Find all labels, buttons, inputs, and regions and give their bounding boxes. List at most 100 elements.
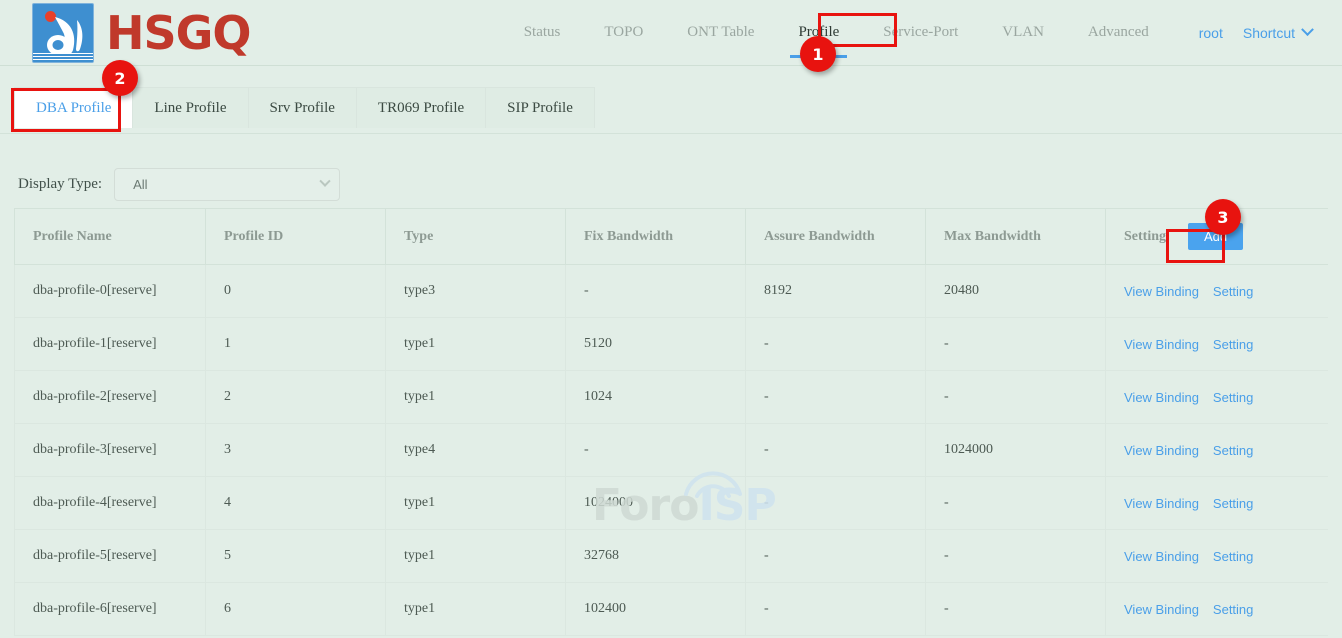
cell-type: type4: [386, 424, 566, 477]
cell-setting: View Binding Setting: [1106, 371, 1329, 424]
cell-assure-bandwidth: -: [746, 477, 926, 530]
annotation-badge-3: 3: [1205, 199, 1241, 235]
cell-fix-bandwidth: 102400: [566, 583, 746, 636]
setting-link[interactable]: Setting: [1213, 602, 1253, 617]
cell-type: type1: [386, 371, 566, 424]
setting-link[interactable]: Setting: [1213, 390, 1253, 405]
setting-link[interactable]: Setting: [1213, 443, 1253, 458]
view-binding-link[interactable]: View Binding: [1124, 496, 1199, 511]
cell-type: type1: [386, 530, 566, 583]
table-row: dba-profile-1[reserve]1type15120--View B…: [15, 318, 1329, 371]
nav-item-ont-table[interactable]: ONT Table: [665, 0, 776, 65]
annotation-badge-2: 2: [102, 60, 138, 96]
view-binding-link[interactable]: View Binding: [1124, 443, 1199, 458]
cell-setting: View Binding Setting: [1106, 424, 1329, 477]
cell-profile-name: dba-profile-6[reserve]: [15, 583, 206, 636]
setting-link[interactable]: Setting: [1213, 284, 1253, 299]
nav-item-advanced[interactable]: Advanced: [1066, 0, 1171, 65]
cell-fix-bandwidth: 5120: [566, 318, 746, 371]
cell-profile-id: 5: [206, 530, 386, 583]
col-type: Type: [386, 209, 566, 265]
cell-setting: View Binding Setting: [1106, 265, 1329, 318]
cell-type: type1: [386, 583, 566, 636]
table-row: dba-profile-3[reserve]3type4--1024000Vie…: [15, 424, 1329, 477]
shortcut-label: Shortcut: [1243, 25, 1295, 41]
view-binding-link[interactable]: View Binding: [1124, 602, 1199, 617]
cell-assure-bandwidth: 8192: [746, 265, 926, 318]
cell-setting: View Binding Setting: [1106, 583, 1329, 636]
main-nav: Status TOPO ONT Table Profile Service-Po…: [502, 0, 1342, 65]
nav-item-vlan[interactable]: VLAN: [980, 0, 1066, 65]
nav-item-service-port[interactable]: Service-Port: [861, 0, 980, 65]
cell-max-bandwidth: 1024000: [926, 424, 1106, 477]
brand: HSGQ: [0, 3, 251, 63]
cell-assure-bandwidth: -: [746, 424, 926, 477]
col-max-bandwidth: Max Bandwidth: [926, 209, 1106, 265]
nav-item-topo[interactable]: TOPO: [582, 0, 665, 65]
display-type-select[interactable]: All: [114, 168, 340, 201]
shortcut-menu[interactable]: Shortcut: [1233, 25, 1342, 41]
cell-fix-bandwidth: 1024000: [566, 477, 746, 530]
subtab-sip-profile[interactable]: SIP Profile: [485, 87, 595, 128]
cell-profile-name: dba-profile-5[reserve]: [15, 530, 206, 583]
chevron-down-icon: [319, 176, 330, 187]
table-row: dba-profile-6[reserve]6type1102400--View…: [15, 583, 1329, 636]
cell-max-bandwidth: -: [926, 530, 1106, 583]
hsgq-logo-icon: [32, 3, 94, 63]
display-type-value: All: [133, 177, 321, 192]
dba-profile-table-wrap: ForoISP Profile Name Profile ID Type Fix…: [0, 208, 1342, 636]
cell-profile-name: dba-profile-0[reserve]: [15, 265, 206, 318]
cell-profile-name: dba-profile-2[reserve]: [15, 371, 206, 424]
cell-setting: View Binding Setting: [1106, 477, 1329, 530]
cell-type: type3: [386, 265, 566, 318]
cell-type: type1: [386, 477, 566, 530]
cell-setting: View Binding Setting: [1106, 318, 1329, 371]
filter-row: Display Type: All: [0, 134, 1342, 208]
dba-profile-table: Profile Name Profile ID Type Fix Bandwid…: [14, 208, 1328, 636]
user-menu[interactable]: root: [1171, 25, 1233, 41]
table-body: dba-profile-0[reserve]0type3-819220480Vi…: [15, 265, 1329, 636]
subtabs-bar: DBA Profile Line Profile Srv Profile TR0…: [0, 66, 1342, 134]
cell-max-bandwidth: -: [926, 371, 1106, 424]
cell-type: type1: [386, 318, 566, 371]
table-row: dba-profile-4[reserve]4type11024000--Vie…: [15, 477, 1329, 530]
col-profile-id: Profile ID: [206, 209, 386, 265]
view-binding-link[interactable]: View Binding: [1124, 390, 1199, 405]
setting-link[interactable]: Setting: [1213, 549, 1253, 564]
nav-item-status[interactable]: Status: [502, 0, 583, 65]
subtab-tr069-profile[interactable]: TR069 Profile: [356, 87, 486, 128]
table-row: dba-profile-0[reserve]0type3-819220480Vi…: [15, 265, 1329, 318]
cell-setting: View Binding Setting: [1106, 530, 1329, 583]
col-fix-bandwidth: Fix Bandwidth: [566, 209, 746, 265]
cell-max-bandwidth: -: [926, 318, 1106, 371]
cell-profile-name: dba-profile-3[reserve]: [15, 424, 206, 477]
setting-link[interactable]: Setting: [1213, 337, 1253, 352]
subtab-line-profile[interactable]: Line Profile: [132, 87, 248, 128]
cell-fix-bandwidth: -: [566, 424, 746, 477]
subtab-srv-profile[interactable]: Srv Profile: [248, 87, 357, 128]
annotation-badge-1: 1: [800, 36, 836, 72]
brand-name: HSGQ: [106, 10, 251, 56]
cell-max-bandwidth: -: [926, 583, 1106, 636]
cell-max-bandwidth: 20480: [926, 265, 1106, 318]
cell-fix-bandwidth: -: [566, 265, 746, 318]
setting-link[interactable]: Setting: [1213, 496, 1253, 511]
view-binding-link[interactable]: View Binding: [1124, 284, 1199, 299]
cell-assure-bandwidth: -: [746, 371, 926, 424]
table-row: dba-profile-5[reserve]5type132768--View …: [15, 530, 1329, 583]
cell-profile-id: 0: [206, 265, 386, 318]
col-profile-name: Profile Name: [15, 209, 206, 265]
table-row: dba-profile-2[reserve]2type11024--View B…: [15, 371, 1329, 424]
cell-profile-id: 4: [206, 477, 386, 530]
logo-stripes: [33, 53, 93, 62]
cell-assure-bandwidth: -: [746, 318, 926, 371]
view-binding-link[interactable]: View Binding: [1124, 337, 1199, 352]
cell-profile-id: 2: [206, 371, 386, 424]
cell-profile-name: dba-profile-1[reserve]: [15, 318, 206, 371]
display-type-label: Display Type:: [18, 176, 102, 193]
view-binding-link[interactable]: View Binding: [1124, 549, 1199, 564]
cell-max-bandwidth: -: [926, 477, 1106, 530]
cell-assure-bandwidth: -: [746, 583, 926, 636]
cell-profile-id: 1: [206, 318, 386, 371]
col-assure-bandwidth: Assure Bandwidth: [746, 209, 926, 265]
